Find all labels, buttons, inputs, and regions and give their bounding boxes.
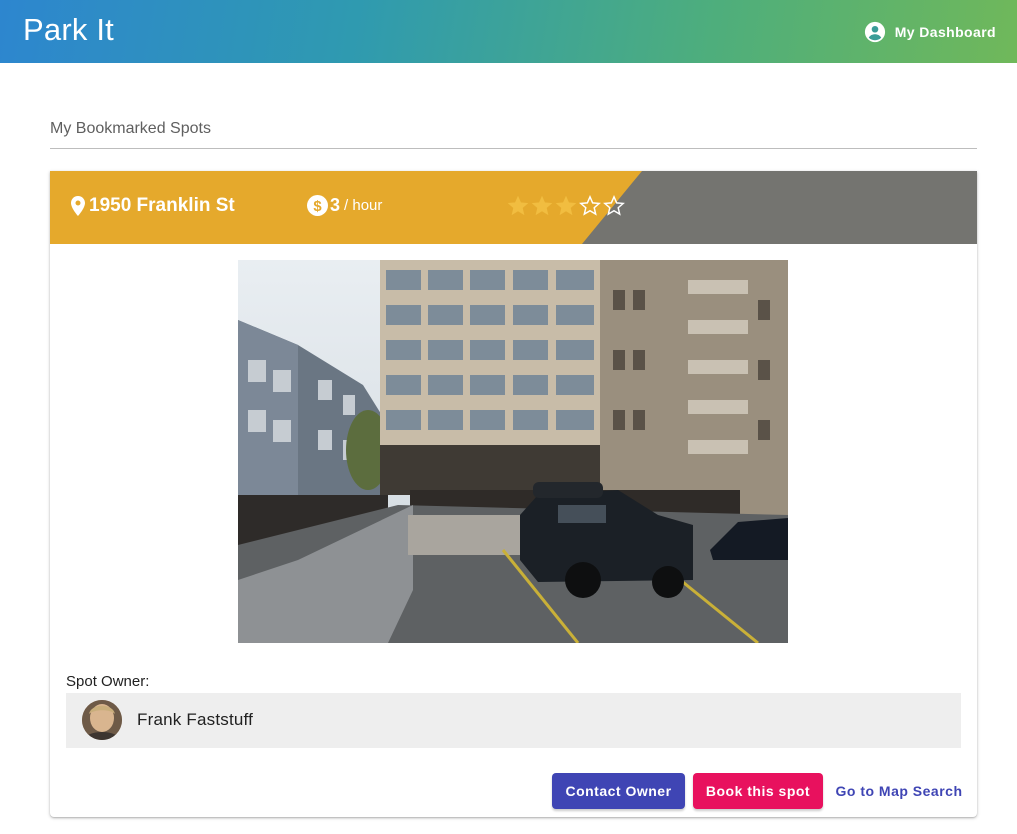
- spot-price: $ 3 / hour: [307, 195, 382, 216]
- parking-spot-photo: [238, 260, 788, 643]
- book-spot-button[interactable]: Book this spot: [693, 773, 823, 809]
- dashboard-button[interactable]: My Dashboard: [864, 18, 996, 46]
- star-filled-icon: [531, 195, 553, 216]
- owner-avatar: [82, 700, 122, 740]
- account-circle-icon: [864, 21, 885, 43]
- star-filled-icon: [555, 195, 577, 216]
- location-pin-icon: [71, 196, 85, 216]
- parking-lot-photo-image: [238, 260, 788, 643]
- dollar-icon: $: [307, 195, 328, 216]
- dashboard-label: My Dashboard: [894, 24, 996, 40]
- section-divider: [50, 148, 977, 149]
- spot-location: 1950 Franklin St: [71, 195, 235, 217]
- contact-owner-button[interactable]: Contact Owner: [552, 773, 685, 809]
- owner-label: Spot Owner:: [66, 673, 150, 690]
- star-outline-icon: [579, 195, 601, 216]
- svg-text:$: $: [313, 199, 322, 215]
- price-value: 3: [330, 195, 341, 215]
- star-outline-icon: [603, 195, 625, 216]
- owner-name: Frank Faststuff: [137, 710, 254, 729]
- star-rating: [507, 195, 625, 217]
- spot-card: 1950 Franklin St $ 3 / hour Spot Owner: …: [50, 171, 977, 817]
- owner-row[interactable]: Frank Faststuff: [66, 693, 961, 748]
- avatar-image: [82, 700, 122, 740]
- map-search-button[interactable]: Go to Map Search: [831, 773, 967, 809]
- app-title[interactable]: Park It: [23, 12, 114, 48]
- star-filled-icon: [507, 195, 529, 216]
- page-title: My Bookmarked Spots: [50, 120, 211, 137]
- spot-banner: 1950 Franklin St $ 3 / hour: [50, 171, 977, 244]
- spot-address: 1950 Franklin St: [89, 195, 235, 216]
- price-unit: / hour: [344, 197, 383, 214]
- app-header: Park It My Dashboard: [0, 0, 1017, 63]
